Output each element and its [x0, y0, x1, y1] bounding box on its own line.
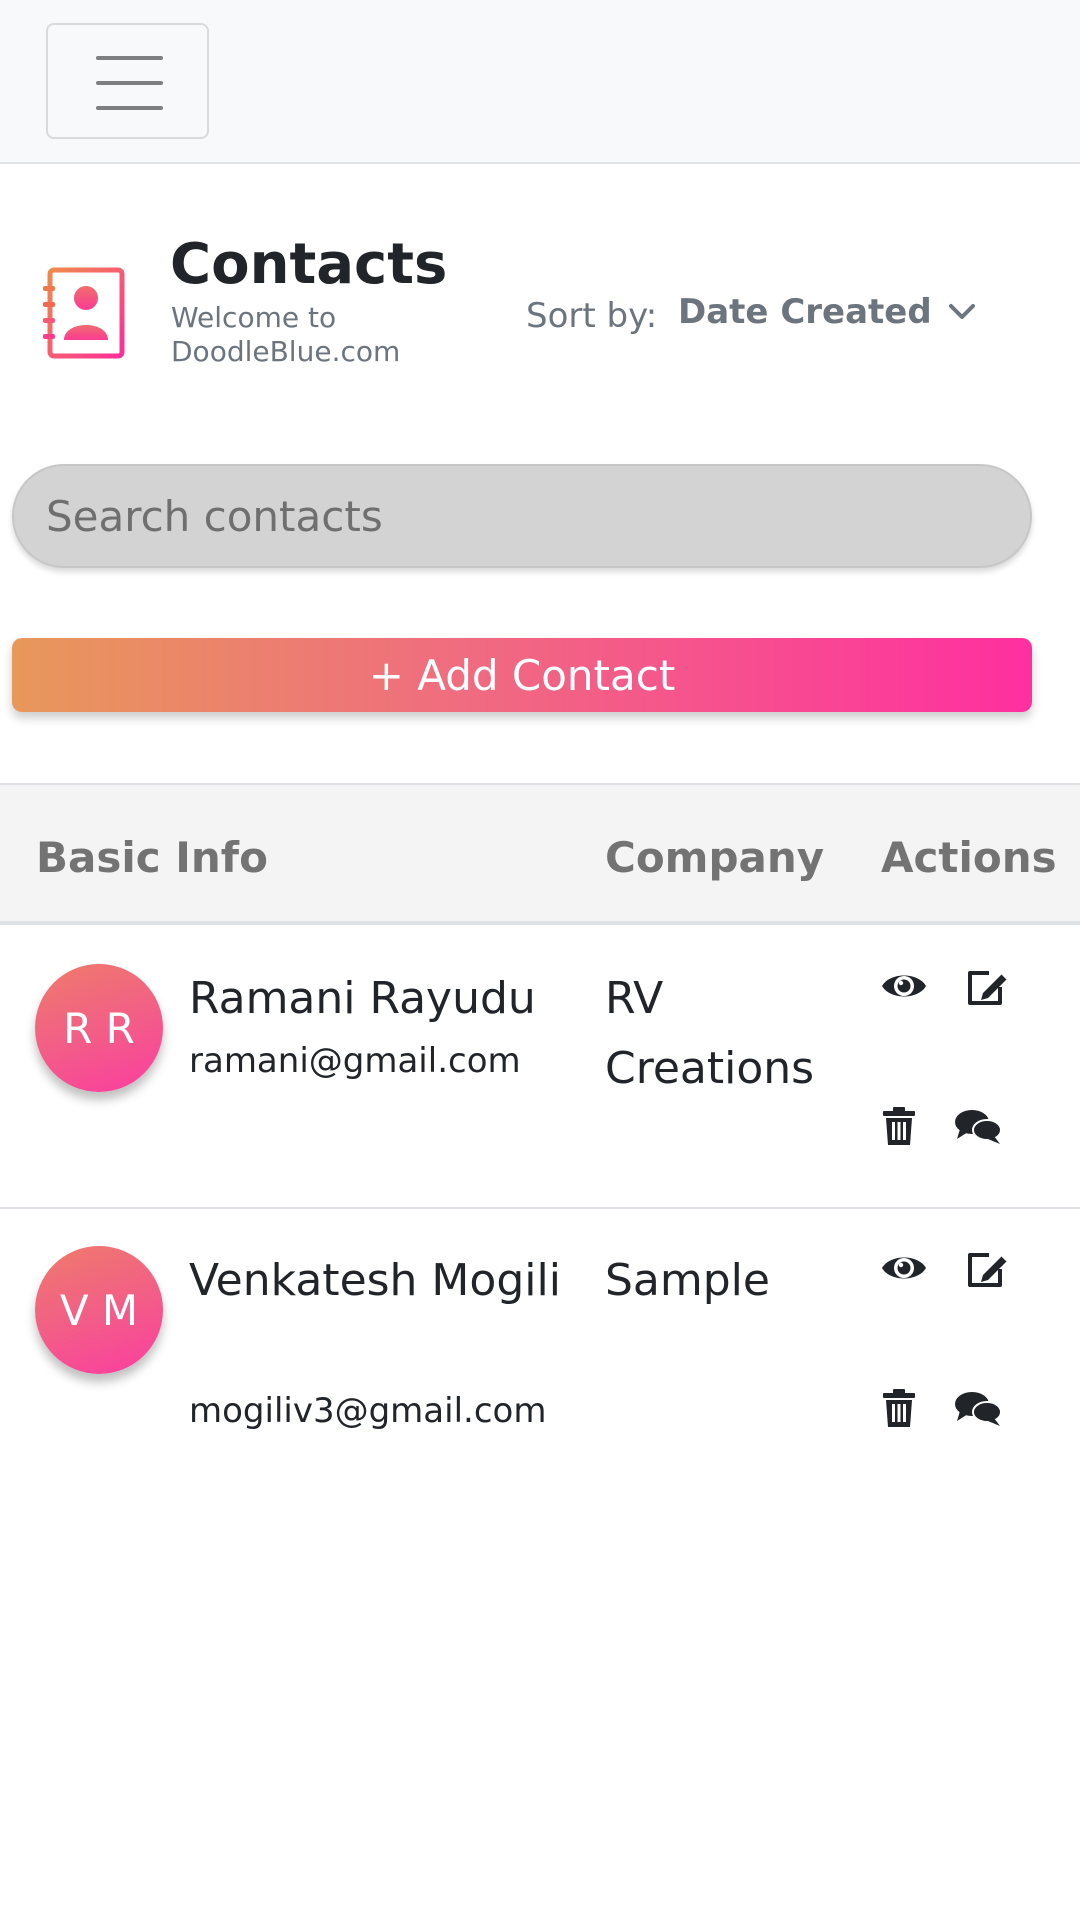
comments-icon[interactable]	[954, 1109, 1002, 1145]
contact-name: Ramani Rayudu	[189, 973, 536, 1024]
hamburger-bar	[96, 81, 163, 85]
avatar: R R	[35, 964, 163, 1092]
top-navbar	[0, 0, 1080, 164]
trash-icon[interactable]	[882, 1388, 916, 1428]
chevron-down-icon	[948, 304, 975, 319]
page-subtitle: Welcome to DoodleBlue.com	[171, 301, 401, 368]
eye-icon[interactable]	[880, 969, 928, 1003]
column-header-actions: Actions	[881, 833, 1057, 882]
column-header-basic-info: Basic Info	[36, 833, 268, 882]
sort-label: Sort by:	[526, 296, 658, 336]
contact-company: RV Creations	[605, 973, 815, 1094]
eye-icon[interactable]	[880, 1251, 928, 1285]
table-header: Basic Info Company Actions	[0, 783, 1080, 925]
edit-icon[interactable]	[965, 1249, 1011, 1289]
edit-icon[interactable]	[965, 967, 1011, 1007]
add-contact-button[interactable]: + Add Contact	[12, 638, 1032, 712]
contact-company: Sample	[605, 1255, 770, 1306]
contact-name: Venkatesh Mogili	[189, 1255, 561, 1306]
menu-toggle-button[interactable]	[46, 23, 209, 139]
sort-value: Date Created	[678, 292, 932, 332]
contact-email: mogiliv3@gmail.com	[189, 1391, 547, 1431]
table-row: V M Venkatesh Mogili mogiliv3@gmail.com …	[0, 1211, 1080, 1491]
column-header-company: Company	[605, 833, 825, 882]
sort-dropdown[interactable]: Date Created	[678, 292, 976, 332]
hamburger-menu-icon	[96, 56, 163, 60]
hamburger-bar	[96, 106, 163, 110]
comments-icon[interactable]	[954, 1391, 1002, 1427]
table-row: R R Ramani Rayudu ramani@gmail.com RV Cr…	[0, 929, 1080, 1209]
avatar: V M	[35, 1246, 163, 1374]
contact-email: ramani@gmail.com	[189, 1041, 521, 1081]
search-input[interactable]	[12, 464, 1032, 568]
contact-book-icon	[43, 267, 125, 359]
trash-icon[interactable]	[882, 1106, 916, 1146]
page-title: Contacts	[170, 232, 448, 297]
